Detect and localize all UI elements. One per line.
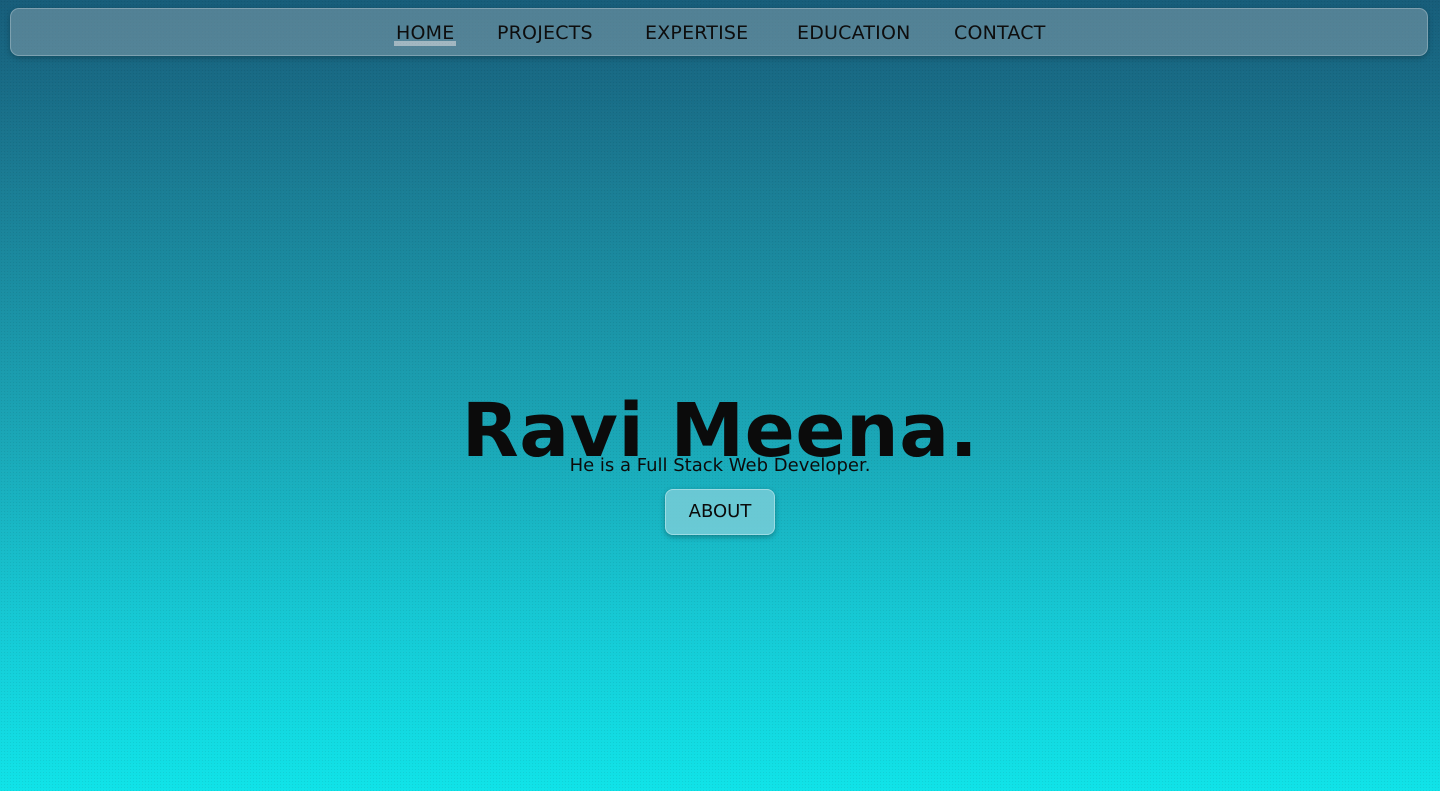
nav-item-education[interactable]: EDUCATION xyxy=(797,22,911,44)
nav-item-projects[interactable]: PROJECTS xyxy=(497,22,593,44)
top-navbar: HOME PROJECTS EXPERTISE EDUCATION CONTAC… xyxy=(10,8,1428,56)
hero-subtitle: He is a Full Stack Web Developer. xyxy=(569,455,871,476)
about-button[interactable]: ABOUT xyxy=(665,489,775,535)
nav-item-home[interactable]: HOME xyxy=(393,22,457,46)
nav-item-contact[interactable]: CONTACT xyxy=(954,22,1046,44)
nav-item-expertise[interactable]: EXPERTISE xyxy=(645,22,748,44)
